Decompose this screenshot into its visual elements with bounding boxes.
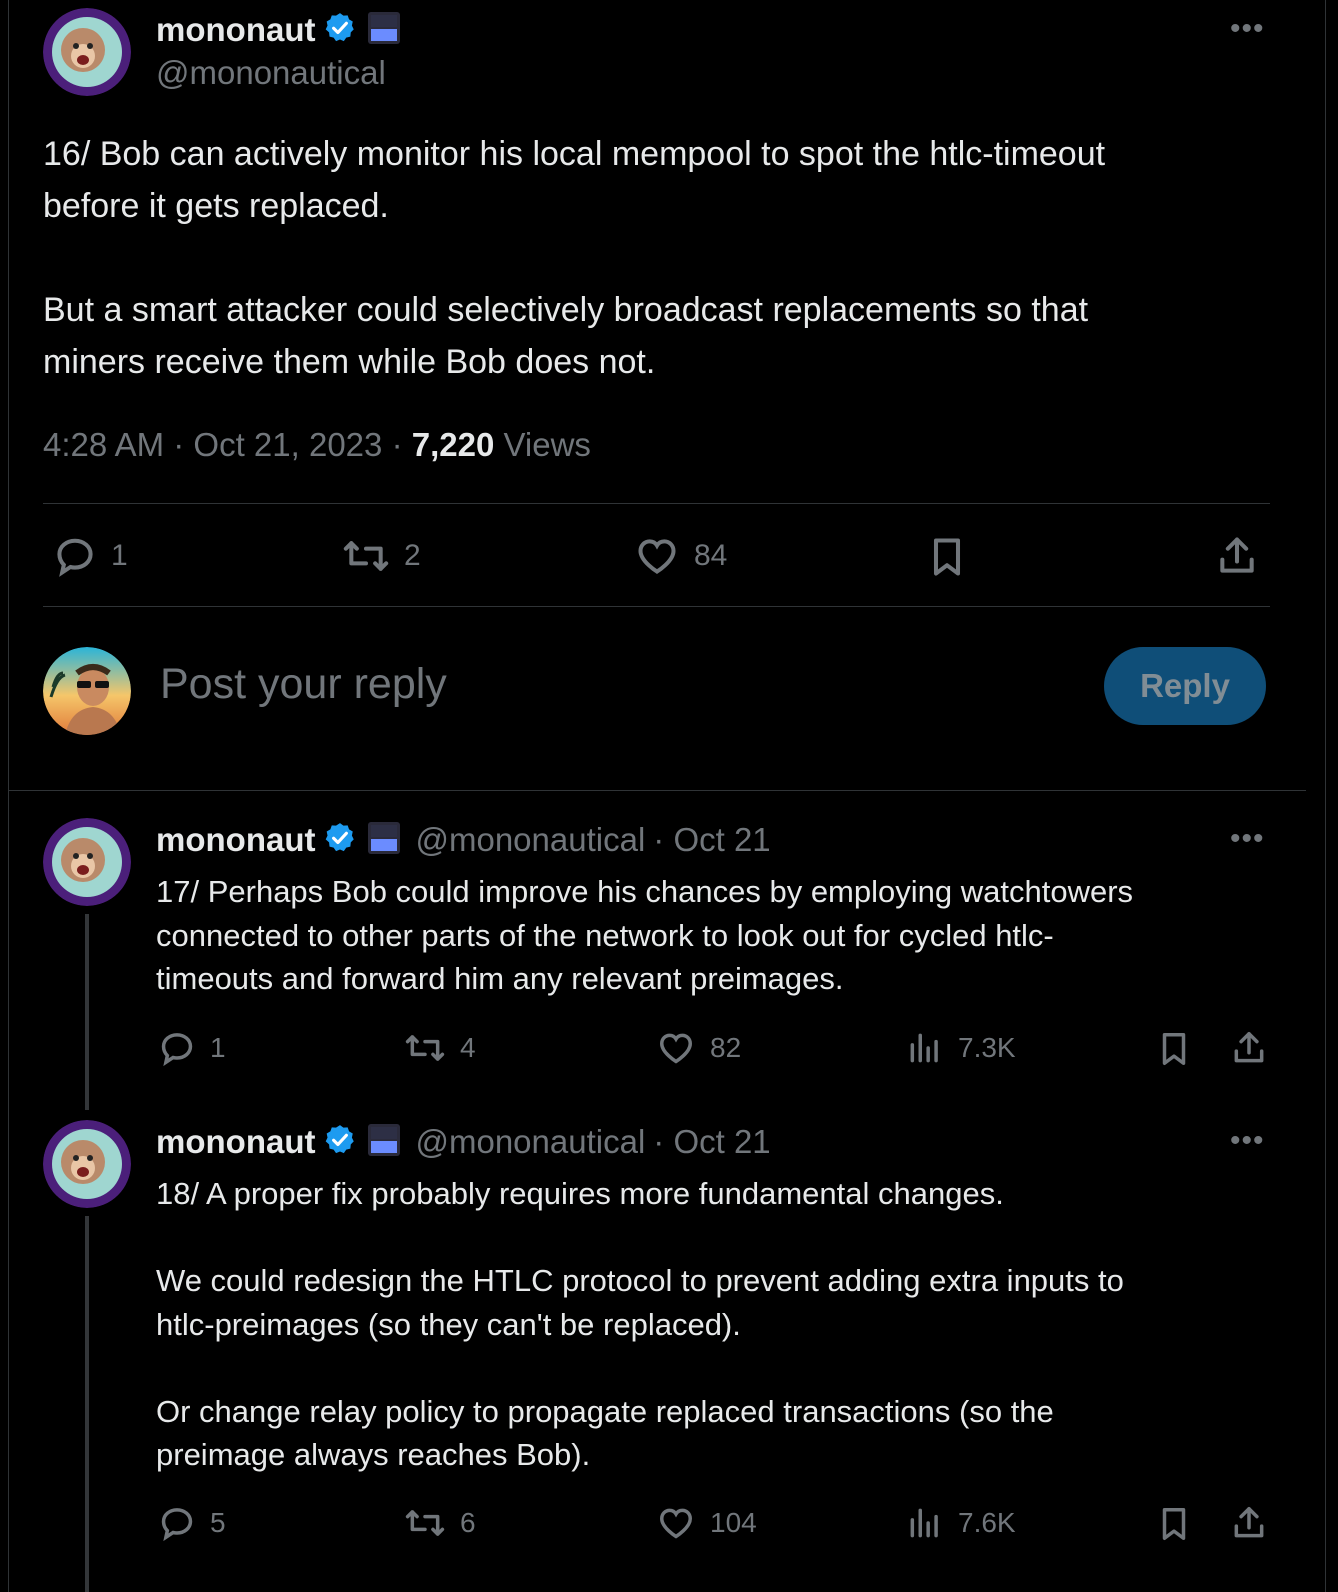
post-text: 17/ Perhaps Bob could improve his chance… <box>156 874 1134 996</box>
divider <box>43 503 1270 504</box>
post-date[interactable]: Oct 21, 2023 <box>193 426 382 463</box>
reply-button[interactable]: 5 <box>158 1504 226 1542</box>
repost-icon <box>405 1510 445 1536</box>
repost-button[interactable]: 2 <box>342 534 421 578</box>
like-count: 82 <box>710 1032 742 1063</box>
post-text: 18/ A proper fix probably requires more … <box>156 1176 1124 1472</box>
view-count: 7,220 <box>411 426 495 463</box>
bookmark-button[interactable] <box>1155 1504 1193 1544</box>
reply-count: 5 <box>210 1507 226 1538</box>
share-icon <box>1234 1507 1264 1538</box>
views-bar-icon <box>910 1033 938 1063</box>
affiliate-flag-icon[interactable] <box>367 11 401 50</box>
author-avatar[interactable] <box>43 1120 131 1208</box>
like-count: 84 <box>694 539 728 572</box>
views-button[interactable]: 7.3K <box>906 1029 1016 1067</box>
post-date[interactable]: · Oct 21 <box>653 821 770 859</box>
like-button[interactable]: 84 <box>634 534 727 578</box>
share-button[interactable] <box>1230 1029 1268 1067</box>
thread-connector <box>85 1216 89 1592</box>
views-label: Views <box>503 426 591 463</box>
post-date[interactable]: · Oct 21 <box>653 1123 770 1161</box>
author-avatar[interactable] <box>43 8 131 96</box>
view-count: 7.6K <box>958 1507 1016 1538</box>
separator: · <box>391 426 403 463</box>
bookmark-icon <box>1162 1033 1186 1065</box>
thread-connector <box>85 914 89 1110</box>
like-button[interactable]: 104 <box>656 1504 757 1542</box>
more-options-icon[interactable]: ••• <box>1230 1124 1265 1158</box>
divider <box>43 606 1270 607</box>
more-options-icon[interactable]: ••• <box>1230 12 1265 46</box>
separator: · <box>173 426 185 463</box>
post-metadata: 4:28 AM · Oct 21, 2023 · 7,220 Views <box>43 426 591 464</box>
more-options-icon[interactable]: ••• <box>1230 822 1265 856</box>
repost-count: 4 <box>460 1032 476 1063</box>
repost-icon <box>405 1035 445 1061</box>
author-handle[interactable]: @mononautical <box>415 821 645 859</box>
author-name[interactable]: mononaut <box>156 11 315 49</box>
verified-badge-icon <box>323 821 357 860</box>
share-button[interactable] <box>1215 534 1259 578</box>
author-name[interactable]: mononaut <box>156 1123 315 1161</box>
reply-count: 1 <box>111 539 128 572</box>
like-button[interactable]: 82 <box>656 1029 741 1067</box>
verified-badge-icon <box>323 11 357 50</box>
verified-badge-icon <box>323 1123 357 1162</box>
like-count: 104 <box>710 1507 757 1538</box>
repost-icon <box>343 541 389 571</box>
share-icon <box>1234 1032 1264 1063</box>
share-icon <box>1220 537 1254 573</box>
reply-icon <box>161 1508 193 1542</box>
current-user-avatar[interactable] <box>43 647 131 735</box>
views-button[interactable]: 7.6K <box>906 1504 1016 1542</box>
bookmark-icon <box>1162 1508 1186 1540</box>
heart-icon <box>660 1033 692 1064</box>
reply-submit-button[interactable]: Reply <box>1104 647 1266 725</box>
affiliate-flag-icon[interactable] <box>367 1123 401 1162</box>
author-name[interactable]: mononaut <box>156 821 315 859</box>
affiliate-flag-icon[interactable] <box>367 821 401 860</box>
repost-count: 2 <box>404 539 421 572</box>
author-avatar[interactable] <box>43 818 131 906</box>
post-time[interactable]: 4:28 AM <box>43 426 164 463</box>
heart-icon <box>638 539 676 574</box>
reply-button[interactable]: 1 <box>53 534 128 578</box>
heart-icon <box>660 1508 692 1539</box>
reply-button[interactable]: 1 <box>158 1029 226 1067</box>
share-button[interactable] <box>1230 1504 1268 1542</box>
reply-count: 1 <box>210 1032 226 1063</box>
view-count: 7.3K <box>958 1032 1016 1063</box>
section-divider <box>8 790 1306 791</box>
post-text: 16/ Bob can actively monitor his local m… <box>43 135 1106 381</box>
reply-input[interactable]: Post your reply <box>160 660 447 709</box>
repost-count: 6 <box>460 1507 476 1538</box>
repost-button[interactable]: 6 <box>404 1504 476 1542</box>
author-handle[interactable]: @mononautical <box>415 1123 645 1161</box>
bookmark-button[interactable] <box>925 534 969 580</box>
bookmark-icon <box>933 538 961 576</box>
repost-button[interactable]: 4 <box>404 1029 476 1067</box>
reply-icon <box>57 538 93 577</box>
views-bar-icon <box>910 1508 938 1538</box>
author-handle[interactable]: @mononautical <box>156 54 386 92</box>
bookmark-button[interactable] <box>1155 1029 1193 1069</box>
reply-icon <box>161 1033 193 1067</box>
